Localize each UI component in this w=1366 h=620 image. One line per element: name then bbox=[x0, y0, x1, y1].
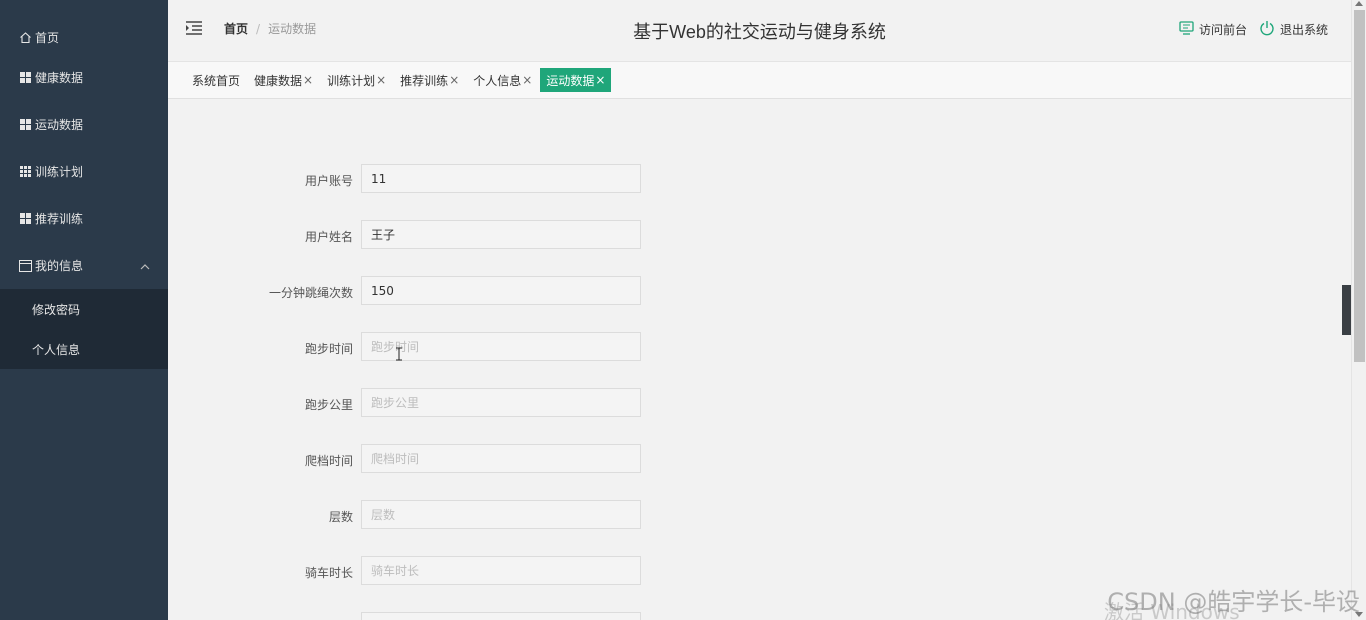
field-label: 层数 bbox=[328, 510, 353, 524]
field-label: 用户姓名 bbox=[304, 230, 353, 244]
logout-label: 退出系统 bbox=[1279, 23, 1328, 37]
sidebar-item-home[interactable]: 首页 bbox=[0, 0, 168, 54]
rope-skipping-count-field[interactable]: 150 bbox=[361, 276, 641, 305]
form-row-climbing-time: 爬档时间 爬档时间 bbox=[168, 444, 868, 474]
form-row-running-time: 跑步时间 跑步时间 bbox=[168, 332, 868, 362]
sidebar-item-label: 我的信息 bbox=[35, 259, 84, 273]
tab-training-plan[interactable]: 训练计划 × bbox=[321, 68, 392, 92]
form-row-user-account: 用户账号 11 bbox=[168, 164, 868, 194]
floors-field[interactable]: 层数 bbox=[361, 500, 641, 529]
running-km-field[interactable]: 跑步公里 bbox=[361, 388, 641, 417]
form-row-cycling-duration: 骑车时长 骑车时长 bbox=[168, 556, 868, 586]
monitor-icon bbox=[1179, 21, 1199, 38]
field-label: 一分钟跳绳次数 bbox=[268, 286, 353, 300]
cycling-duration-field[interactable]: 骑车时长 bbox=[361, 556, 641, 585]
form-row-floors: 层数 层数 bbox=[168, 500, 868, 530]
sidebar-item-my-info[interactable]: 我的信息 bbox=[0, 242, 168, 289]
tab-label: 训练计划 bbox=[327, 73, 376, 88]
form-row-user-name: 用户姓名 王子 bbox=[168, 220, 868, 250]
sidebar-item-label: 运动数据 bbox=[35, 118, 84, 132]
main-content: 用户账号 11 用户姓名 王子 一分钟跳绳次数 150 跑步时间 跑步时间 跑步… bbox=[168, 99, 1351, 620]
sidebar-item-label: 训练计划 bbox=[35, 165, 84, 179]
vertical-scrollbar[interactable] bbox=[1351, 0, 1366, 620]
sidebar-item-recommended-training[interactable]: 推荐训练 bbox=[0, 195, 168, 242]
tab-label: 系统首页 bbox=[192, 73, 241, 88]
close-icon[interactable]: × bbox=[522, 73, 532, 87]
power-icon bbox=[1259, 20, 1280, 39]
grid-icon bbox=[19, 71, 32, 84]
field-label: 跑步公里 bbox=[304, 398, 353, 412]
form-row-rope-skipping: 一分钟跳绳次数 150 bbox=[168, 276, 868, 306]
home-icon bbox=[19, 31, 32, 44]
close-icon[interactable]: × bbox=[449, 73, 459, 87]
visit-front-label: 访问前台 bbox=[1198, 23, 1247, 37]
field-label: 用户账号 bbox=[304, 174, 353, 188]
sidebar-submenu-my-info: 修改密码 个人信息 bbox=[0, 289, 168, 369]
grid-icon bbox=[19, 118, 32, 131]
sidebar-item-label: 推荐训练 bbox=[35, 212, 84, 226]
text-cursor-icon bbox=[396, 347, 402, 361]
field-label: 跑步时间 bbox=[304, 342, 353, 356]
user-account-field[interactable]: 11 bbox=[361, 164, 641, 193]
tab-sport-data[interactable]: 运动数据 × bbox=[540, 68, 612, 92]
sidebar-subitem-personal-info[interactable]: 个人信息 bbox=[0, 329, 168, 369]
sidebar-item-label: 健康数据 bbox=[35, 71, 84, 85]
sidebar-item-label: 首页 bbox=[35, 30, 60, 45]
window-icon bbox=[19, 259, 32, 272]
sidebar-item-health-data[interactable]: 健康数据 bbox=[0, 54, 168, 101]
sidebar-item-training-plan[interactable]: 训练计划 bbox=[0, 148, 168, 195]
sidebar-subitem-label: 个人信息 bbox=[32, 342, 81, 357]
form-row-partial bbox=[168, 612, 868, 620]
tab-label: 健康数据 bbox=[254, 73, 303, 88]
partial-input-field[interactable] bbox=[361, 612, 641, 620]
close-icon[interactable]: × bbox=[376, 73, 386, 87]
running-time-field[interactable]: 跑步时间 bbox=[361, 332, 641, 361]
climbing-time-field[interactable]: 爬档时间 bbox=[361, 444, 641, 473]
close-icon[interactable]: × bbox=[303, 73, 313, 87]
top-header: 首页 / 运动数据 基于Web的社交运动与健身系统 访问前台 退出系统 bbox=[168, 0, 1351, 62]
tab-label: 运动数据 bbox=[546, 73, 595, 88]
visit-front-button[interactable]: 访问前台 bbox=[1179, 21, 1247, 38]
scroll-up-icon[interactable] bbox=[1355, 1, 1363, 6]
field-label: 骑车时长 bbox=[304, 566, 353, 580]
sidebar-subitem-label: 修改密码 bbox=[32, 302, 81, 317]
table-grid-icon bbox=[19, 165, 32, 178]
tab-health-data[interactable]: 健康数据 × bbox=[248, 68, 319, 92]
tab-personal-info[interactable]: 个人信息 × bbox=[467, 68, 538, 92]
tab-system-home[interactable]: 系统首页 bbox=[186, 68, 246, 92]
field-label: 爬档时间 bbox=[304, 454, 353, 468]
chevron-up-icon bbox=[140, 259, 150, 273]
sidebar-subitem-change-password[interactable]: 修改密码 bbox=[0, 289, 168, 329]
user-name-field[interactable]: 王子 bbox=[361, 220, 641, 249]
tab-bar: 系统首页 健康数据 × 训练计划 × 推荐训练 × 个人信息 × 运动数据 × bbox=[168, 62, 1351, 99]
scrollbar-thumb[interactable] bbox=[1354, 10, 1365, 362]
tab-label: 个人信息 bbox=[473, 73, 522, 88]
logout-button[interactable]: 退出系统 bbox=[1259, 20, 1328, 39]
scroll-down-icon[interactable] bbox=[1355, 612, 1363, 617]
header-actions: 访问前台 退出系统 bbox=[1167, 20, 1328, 39]
form-row-running-km: 跑步公里 跑步公里 bbox=[168, 388, 868, 418]
sidebar: 首页 健康数据 运动数据 训练计划 推荐训练 我的信息 修改密码 个人信息 bbox=[0, 0, 168, 620]
tab-label: 推荐训练 bbox=[400, 73, 449, 88]
close-icon[interactable]: × bbox=[595, 73, 605, 87]
sidebar-item-sport-data[interactable]: 运动数据 bbox=[0, 101, 168, 148]
grid-icon bbox=[19, 212, 32, 225]
tab-recommended-training[interactable]: 推荐训练 × bbox=[394, 68, 465, 92]
